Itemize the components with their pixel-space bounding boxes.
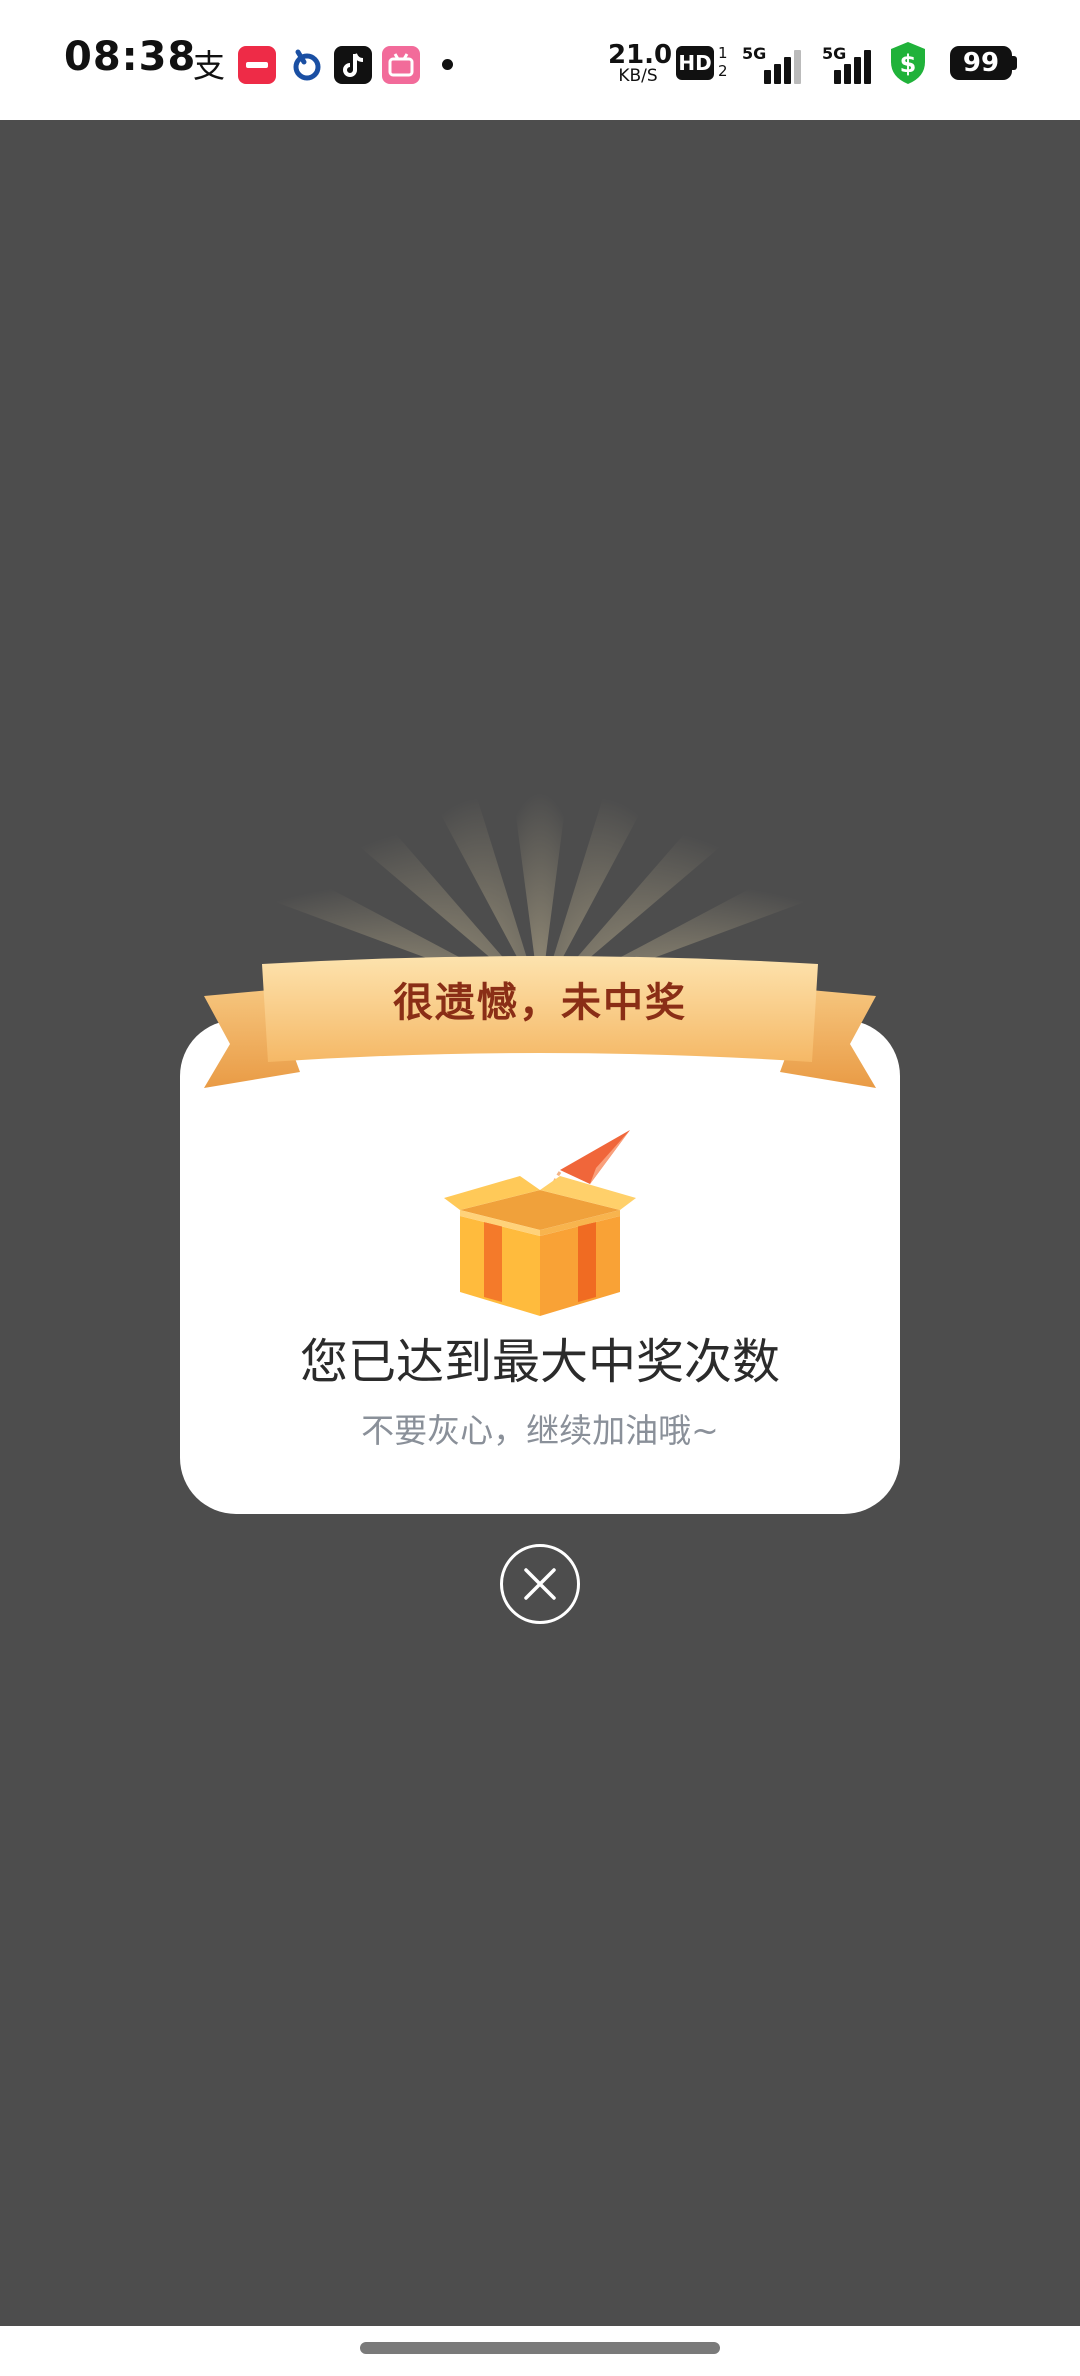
status-bar: 08:38 支 21.0 KB/S HD 12 5G 5G $ 99 [0, 0, 1080, 120]
battery-tip [1012, 56, 1017, 70]
dialog-title: 您已达到最大中奖次数 [299, 1334, 780, 1390]
bilibili-icon [382, 46, 420, 84]
banner-title: 很遗憾，未中奖 [393, 980, 687, 1026]
gift-box-illustration [444, 1130, 636, 1316]
home-indicator[interactable] [360, 2342, 720, 2354]
svg-text:支: 支 [193, 47, 225, 84]
network-speed-value: 21.0 [608, 40, 673, 70]
signal-label: 5G [742, 44, 767, 63]
hd-sub-label: 12 [718, 44, 728, 80]
close-button[interactable] [500, 1544, 580, 1624]
status-time: 08:38 [64, 34, 197, 80]
security-shield-icon: $ [888, 40, 928, 86]
network-speed: 21.0 KB/S [608, 40, 673, 86]
close-circle-icon [524, 1568, 556, 1600]
hd-icon: HD [676, 46, 714, 80]
alipay-icon: 支 [190, 46, 228, 85]
network-speed-unit: KB/S [618, 66, 658, 86]
signal-label: 5G [822, 44, 847, 63]
svg-text:$: $ [900, 50, 917, 78]
signal-icon: 5G [822, 44, 884, 84]
tiktok-icon [334, 46, 372, 84]
notification-dot [442, 59, 453, 70]
signal-icon: 5G [742, 44, 804, 84]
dialog-subtitle: 不要灰心，继续加油哦~ [361, 1411, 719, 1450]
app-icon [288, 46, 326, 84]
xiaohongshu-icon [238, 46, 276, 84]
battery-icon: 99 [950, 46, 1012, 80]
